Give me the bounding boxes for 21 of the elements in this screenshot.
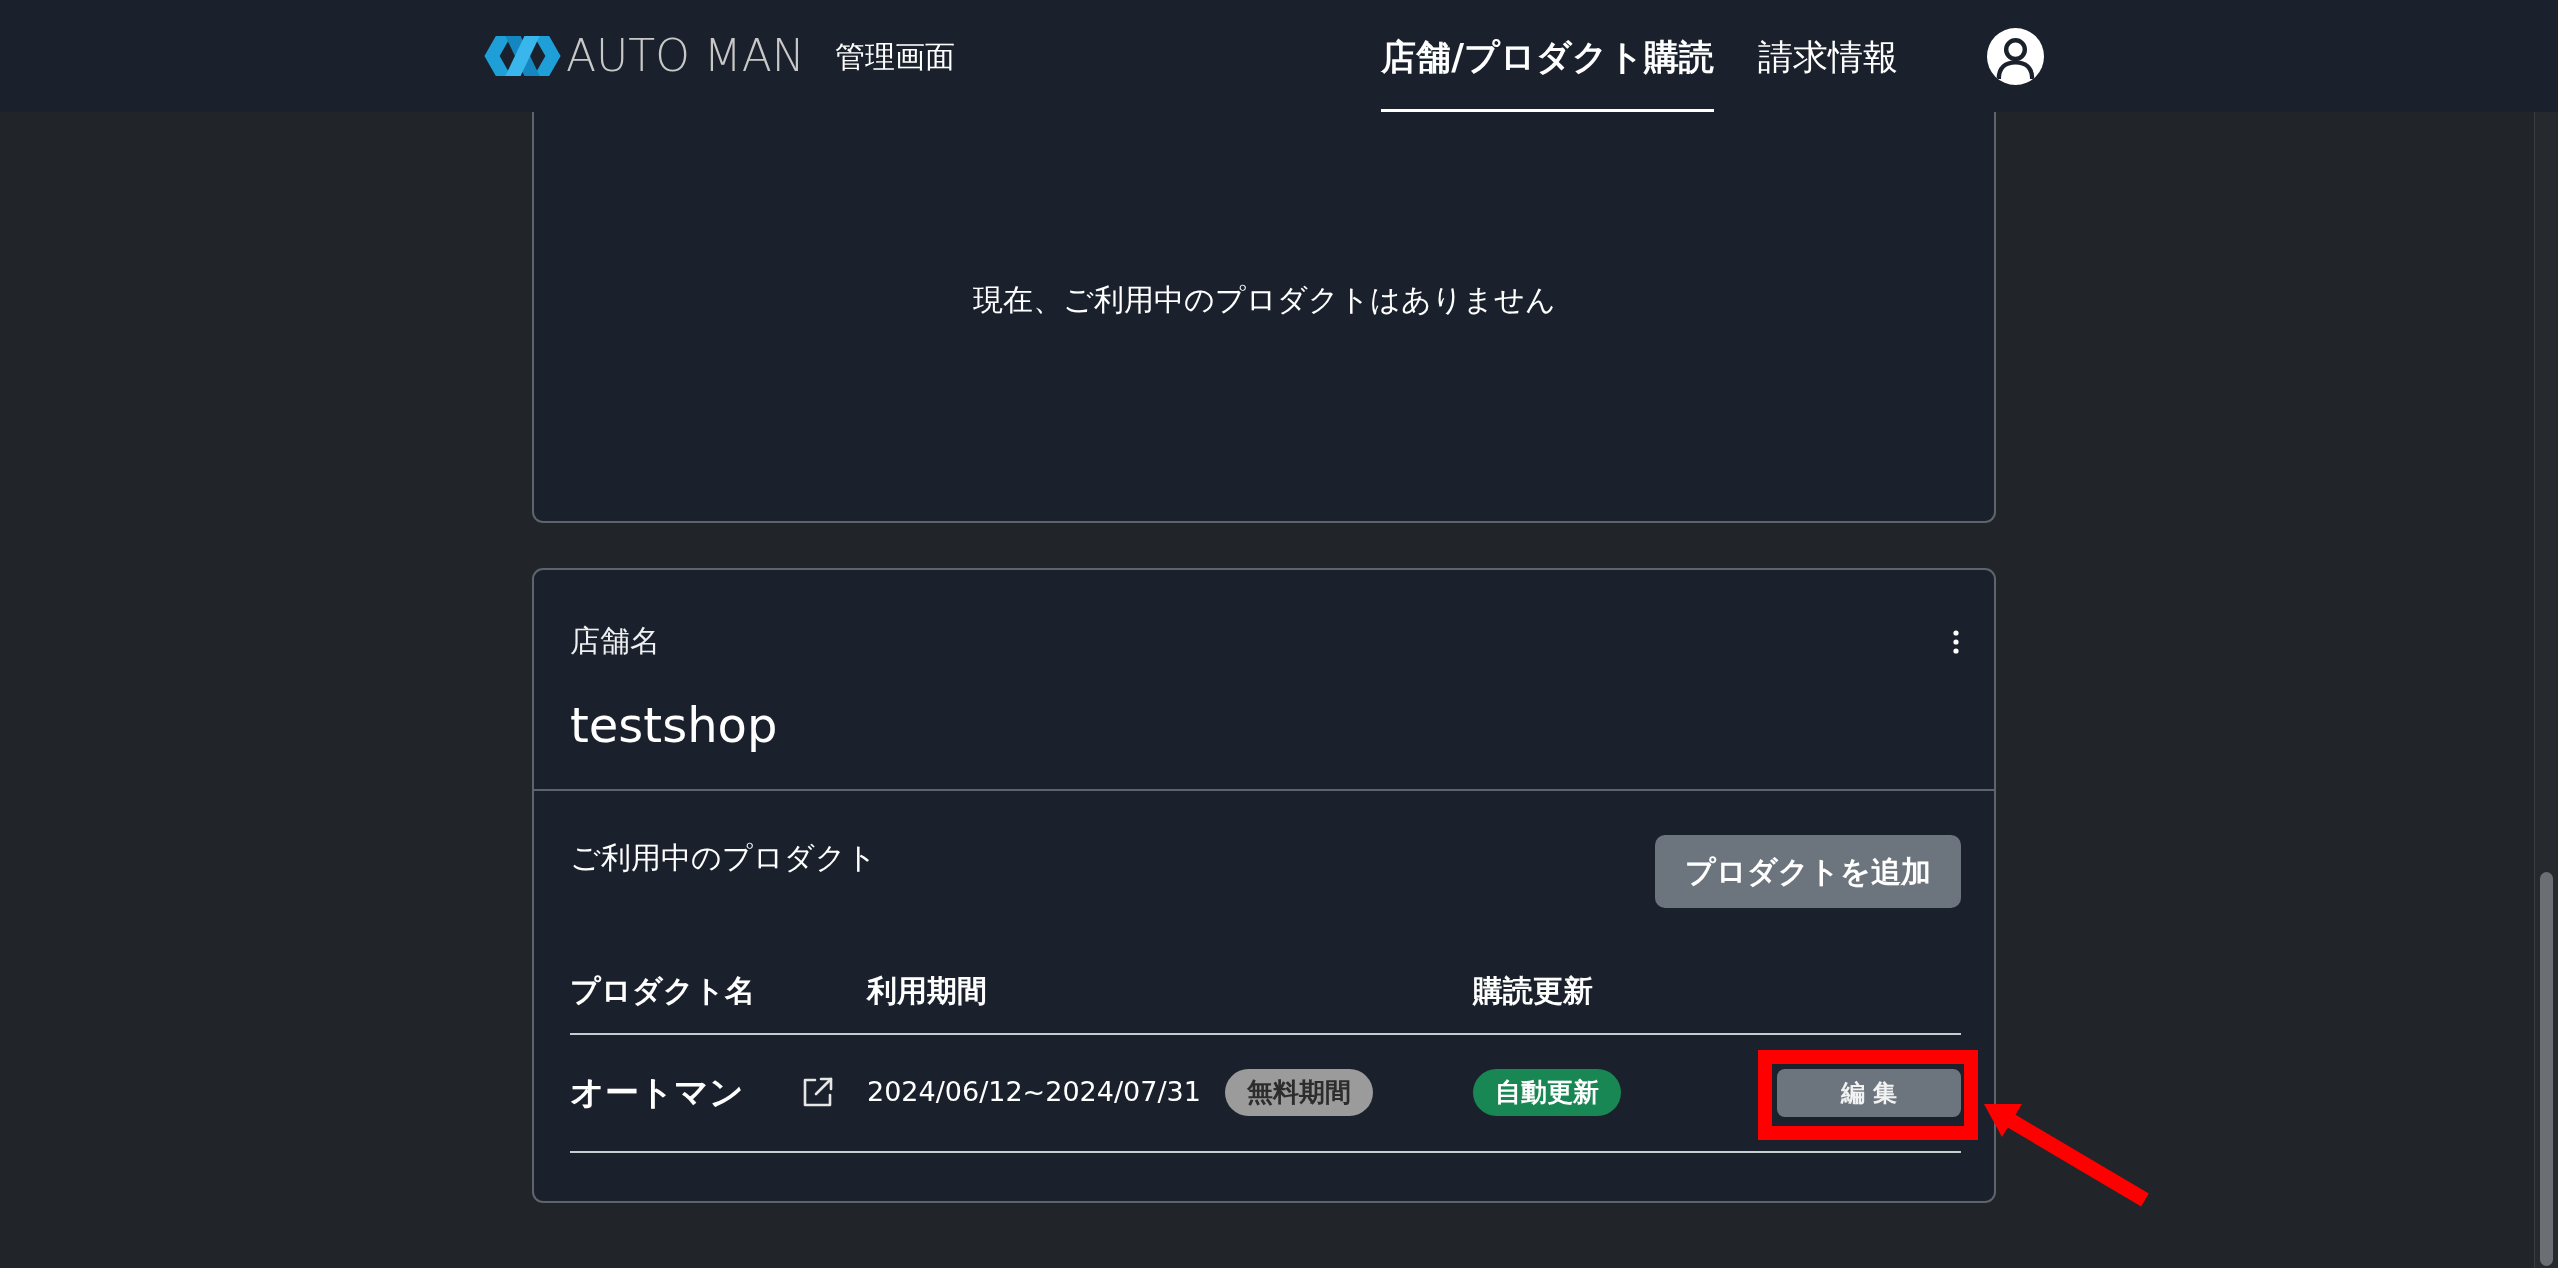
kebab-menu-icon[interactable] <box>1952 630 1960 654</box>
shop-name: testshop <box>570 696 778 754</box>
column-header: 利用期間 <box>867 972 988 1010</box>
column-header: 購読更新 <box>1473 972 1594 1010</box>
nav-tab[interactable]: 請求情報 <box>1758 0 1898 112</box>
logo-text: AUTO MAN <box>566 34 805 78</box>
column-header: プロダクト名 <box>570 972 756 1010</box>
edit-button[interactable]: 編 集 <box>1777 1068 1961 1117</box>
scrollbar-track[interactable] <box>2534 112 2558 1268</box>
scrollbar-thumb[interactable] <box>2540 872 2553 1266</box>
user-avatar-icon[interactable] <box>1987 27 2044 85</box>
product-name: オートマン <box>570 1071 744 1114</box>
free-period-badge: 無料期間 <box>1224 1069 1373 1116</box>
usage-period: 2024/06/12~2024/07/31 <box>867 1075 1201 1110</box>
header-subtitle: 管理画面 <box>834 37 955 76</box>
section-title: ご利用中のプロダクト <box>570 839 877 877</box>
auto-renewal-badge: 自動更新 <box>1473 1069 1621 1116</box>
empty-state-message: 現在、ご利用中のプロダクトはありません <box>972 280 1556 319</box>
add-product-button[interactable]: プロダクトを追加 <box>1655 835 1961 908</box>
logo-icon <box>484 36 561 76</box>
shop-name-label: 店舗名 <box>570 622 661 660</box>
